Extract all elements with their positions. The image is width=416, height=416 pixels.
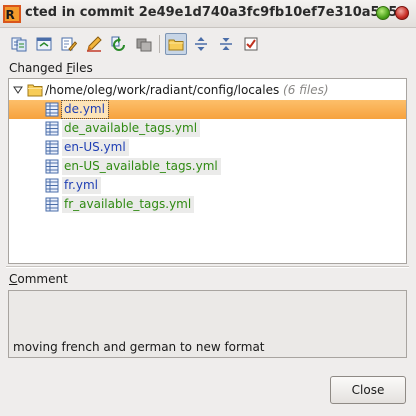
edit-source-icon: [61, 37, 77, 52]
yaml-file-icon: [45, 102, 59, 117]
file-row-de-available-tags-yml[interactable]: de_available_tags.yml: [9, 119, 406, 138]
window-title: cted in commit 2e49e1d740a3fc9fb10ef7e31…: [25, 5, 407, 20]
yaml-file-icon: [45, 121, 59, 136]
file-name: en-US.yml: [62, 139, 129, 156]
yaml-file-icon: [45, 140, 59, 155]
expand-all-icon: [195, 37, 207, 51]
refresh-button[interactable]: [108, 33, 130, 55]
close-window-button[interactable]: [395, 6, 409, 20]
collapse-all-icon: [220, 38, 232, 50]
file-name: de_available_tags.yml: [62, 120, 201, 137]
file-row-fr-yml[interactable]: fr.yml: [9, 176, 406, 195]
diff-icon: [11, 37, 27, 52]
show-directories-icon: [168, 39, 184, 51]
edit-icon: [87, 36, 102, 52]
comment-label: Comment: [9, 272, 68, 286]
edit-source-button[interactable]: [58, 33, 80, 55]
include-checkbox-button[interactable]: [240, 33, 262, 55]
yaml-file-icon: [45, 159, 59, 174]
folder-icon: [27, 84, 43, 97]
yaml-file-icon: [45, 197, 59, 212]
changed-files-tree[interactable]: /home/oleg/work/radiant/config/locales (…: [8, 78, 407, 264]
file-row-en-us-available-tags-yml[interactable]: en-US_available_tags.yml: [9, 157, 406, 176]
commit-message: moving french and german to new format: [13, 340, 265, 354]
yaml-file-icon: [45, 178, 59, 193]
svg-text:R: R: [6, 8, 15, 22]
folder-row[interactable]: /home/oleg/work/radiant/config/locales (…: [9, 81, 406, 100]
title-bar: R cted in commit 2e49e1d740a3fc9fb10ef7e…: [0, 0, 416, 28]
toolbar-separator: [159, 35, 160, 53]
file-name: en-US_available_tags.yml: [62, 158, 221, 175]
comment-textarea[interactable]: moving french and german to new format: [8, 290, 407, 358]
file-name: de.yml: [61, 100, 109, 119]
group-button[interactable]: [133, 33, 155, 55]
diff-window-icon: [36, 37, 52, 51]
folder-path: /home/oleg/work/radiant/config/locales: [45, 83, 280, 97]
show-diff-window-button[interactable]: [33, 33, 55, 55]
checkbox-icon: [244, 37, 258, 51]
splitter[interactable]: [6, 266, 409, 268]
edit-button[interactable]: [83, 33, 105, 55]
chevron-down-icon[interactable]: [13, 85, 23, 95]
group-icon: [136, 38, 152, 52]
collapse-all-button[interactable]: [215, 33, 237, 55]
file-count: (6 files): [283, 83, 329, 97]
close-button[interactable]: Close: [330, 376, 406, 404]
show-diff-button[interactable]: [8, 33, 30, 55]
file-row-fr-available-tags-yml[interactable]: fr_available_tags.yml: [9, 195, 406, 214]
maximize-button[interactable]: [376, 6, 390, 20]
file-row-de-yml[interactable]: de.yml: [9, 100, 406, 119]
changed-files-label: Changed Files: [9, 61, 93, 75]
show-directories-button[interactable]: [165, 33, 187, 55]
rubymine-app-icon: R: [3, 5, 21, 23]
file-row-en-us-yml[interactable]: en-US.yml: [9, 138, 406, 157]
refresh-icon: [111, 36, 125, 51]
file-name: fr_available_tags.yml: [62, 196, 195, 213]
expand-all-button[interactable]: [190, 33, 212, 55]
file-name: fr.yml: [62, 177, 101, 194]
